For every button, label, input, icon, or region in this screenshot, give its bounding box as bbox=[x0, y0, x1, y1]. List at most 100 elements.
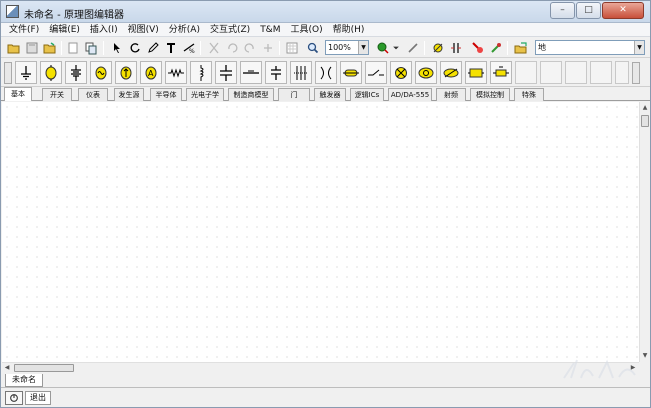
tab-analog-control[interactable]: 模拟控制 bbox=[470, 88, 510, 101]
svg-text:A: A bbox=[148, 69, 154, 78]
buzzer-component-icon[interactable] bbox=[465, 61, 487, 84]
menu-help[interactable]: 帮助(H) bbox=[328, 23, 370, 37]
inductor-component-icon[interactable] bbox=[190, 61, 212, 84]
tab-semiconductor[interactable]: 半导体 bbox=[150, 88, 182, 101]
capacitor-component-icon[interactable] bbox=[215, 61, 237, 84]
wire-component-icon[interactable] bbox=[240, 61, 262, 84]
tab-optoelectronics[interactable]: 光电子学 bbox=[186, 88, 224, 101]
app-icon bbox=[6, 5, 19, 18]
vertical-scroll-thumb[interactable] bbox=[641, 115, 649, 127]
menu-tm[interactable]: T&M bbox=[255, 23, 285, 37]
relay-component-icon[interactable] bbox=[490, 61, 512, 84]
component-wizard-icon[interactable] bbox=[430, 40, 446, 56]
menu-interactive[interactable]: 交互式(Z) bbox=[205, 23, 255, 37]
pen-probe-icon[interactable] bbox=[405, 40, 421, 56]
copy-document-icon[interactable] bbox=[83, 40, 99, 56]
main-window: 未命名 - 原理图编辑器 – □ ✕ 文件(F) 编辑(E) 插入(I) 视图(… bbox=[0, 0, 651, 408]
tab-basic[interactable]: 基本 bbox=[4, 87, 32, 101]
lamp-component-icon[interactable] bbox=[390, 61, 412, 84]
probe-dropdown-icon[interactable] bbox=[391, 40, 401, 56]
tab-meters[interactable]: 仪表 bbox=[78, 88, 108, 101]
vertical-scrollbar[interactable]: ▲ ▼ bbox=[639, 102, 650, 362]
category-tabs: 基本 开关 仪表 发生源 半导体 光电子学 制造商模型 门 触发器 逻辑ICs … bbox=[1, 87, 650, 101]
tab-special[interactable]: 特殊 bbox=[514, 88, 544, 101]
select-pointer-icon[interactable] bbox=[109, 40, 125, 56]
component-search-value: 地 bbox=[538, 43, 546, 52]
probe-green-icon[interactable] bbox=[488, 40, 504, 56]
ac-source-component-icon[interactable] bbox=[90, 61, 112, 84]
maximize-button[interactable]: □ bbox=[576, 2, 601, 19]
status-bar: 退出 bbox=[1, 389, 650, 407]
tab-logic-ics[interactable]: 逻辑ICs bbox=[350, 88, 384, 101]
scroll-left-icon[interactable]: ◀ bbox=[2, 363, 12, 373]
svg-text:%: % bbox=[189, 48, 195, 55]
led-component-icon[interactable] bbox=[415, 61, 437, 84]
sheet-tab-untitled[interactable]: 未命名 bbox=[5, 374, 43, 387]
add-icon[interactable] bbox=[260, 40, 276, 56]
transformer-component-icon[interactable] bbox=[315, 61, 337, 84]
dc-source-component-icon[interactable] bbox=[40, 61, 62, 84]
window-title: 未命名 - 原理图编辑器 bbox=[24, 10, 124, 21]
wire-tool-icon[interactable]: % bbox=[181, 40, 197, 56]
component-palette: A bbox=[1, 59, 650, 87]
probe-red-icon[interactable] bbox=[470, 40, 486, 56]
battery-component-icon[interactable] bbox=[65, 61, 87, 84]
fuse-component-icon[interactable] bbox=[340, 61, 362, 84]
palette-scroll-right[interactable] bbox=[632, 62, 640, 84]
tab-flipflops[interactable]: 触发器 bbox=[314, 88, 346, 101]
title-bar: 未命名 - 原理图编辑器 – □ ✕ bbox=[1, 1, 650, 23]
pencil-icon[interactable] bbox=[145, 40, 161, 56]
horizontal-scrollbar[interactable]: ◀ ▶ bbox=[2, 362, 639, 373]
menu-tools[interactable]: 工具(O) bbox=[285, 23, 327, 37]
print-preview-icon[interactable] bbox=[65, 40, 81, 56]
menu-edit[interactable]: 编辑(E) bbox=[44, 23, 85, 37]
tab-rf[interactable]: 射频 bbox=[436, 88, 466, 101]
close-button[interactable]: ✕ bbox=[602, 2, 644, 19]
exit-label: 退出 bbox=[25, 391, 51, 405]
save-icon[interactable] bbox=[24, 40, 40, 56]
horizontal-scroll-thumb[interactable] bbox=[14, 364, 74, 372]
zoom-icon[interactable] bbox=[305, 40, 321, 56]
tab-sources[interactable]: 发生源 bbox=[114, 88, 144, 101]
menu-bar: 文件(F) 编辑(E) 插入(I) 视图(V) 分析(A) 交互式(Z) T&M… bbox=[1, 23, 650, 37]
tab-gates[interactable]: 门 bbox=[278, 88, 310, 101]
redo-icon[interactable] bbox=[242, 40, 258, 56]
motor-component-icon[interactable] bbox=[440, 61, 462, 84]
tab-switch[interactable]: 开关 bbox=[42, 88, 72, 101]
ground-component-icon[interactable] bbox=[15, 61, 37, 84]
text-tool-icon[interactable] bbox=[163, 40, 179, 56]
component-search-select[interactable]: 地 ▼ bbox=[535, 40, 645, 55]
cut-icon[interactable] bbox=[206, 40, 222, 56]
variable-capacitor-component-icon[interactable] bbox=[290, 61, 312, 84]
undo-icon[interactable] bbox=[224, 40, 240, 56]
menu-analysis[interactable]: 分析(A) bbox=[164, 23, 205, 37]
polarized-capacitor-component-icon[interactable] bbox=[265, 61, 287, 84]
schematic-canvas[interactable] bbox=[2, 102, 639, 362]
status-app-icon[interactable] bbox=[5, 391, 23, 405]
palette-scroll-left[interactable] bbox=[4, 62, 12, 84]
menu-insert[interactable]: 插入(I) bbox=[85, 23, 123, 37]
sheet-tab-bar: 未命名 bbox=[1, 374, 650, 388]
chevron-down-icon: ▼ bbox=[358, 41, 368, 54]
current-source-component-icon[interactable] bbox=[115, 61, 137, 84]
zoom-select[interactable]: 100% ▼ bbox=[325, 40, 369, 55]
resistor-component-icon[interactable] bbox=[165, 61, 187, 84]
zoom-value: 100% bbox=[328, 43, 351, 52]
export-icon[interactable] bbox=[513, 40, 529, 56]
tab-adda-555[interactable]: AD/DA-555 bbox=[388, 88, 432, 101]
menu-view[interactable]: 视图(V) bbox=[123, 23, 164, 37]
menu-file[interactable]: 文件(F) bbox=[4, 23, 44, 37]
scroll-up-icon[interactable]: ▲ bbox=[640, 102, 650, 113]
main-toolbar: % 100% ▼ 地 ▼ bbox=[1, 38, 650, 58]
open-folder-icon[interactable] bbox=[6, 40, 22, 56]
tab-vendor-models[interactable]: 制造商模型 bbox=[228, 88, 274, 101]
probe-icon[interactable] bbox=[375, 40, 391, 56]
capacitor-wizard-icon[interactable] bbox=[448, 40, 464, 56]
minimize-button[interactable]: – bbox=[550, 2, 575, 19]
switch-component-icon[interactable] bbox=[365, 61, 387, 84]
ammeter-component-icon[interactable]: A bbox=[140, 61, 162, 84]
rotate-icon[interactable] bbox=[127, 40, 143, 56]
chevron-down-icon: ▼ bbox=[634, 41, 644, 54]
grid-icon[interactable] bbox=[284, 40, 300, 56]
open-file-icon[interactable] bbox=[42, 40, 58, 56]
